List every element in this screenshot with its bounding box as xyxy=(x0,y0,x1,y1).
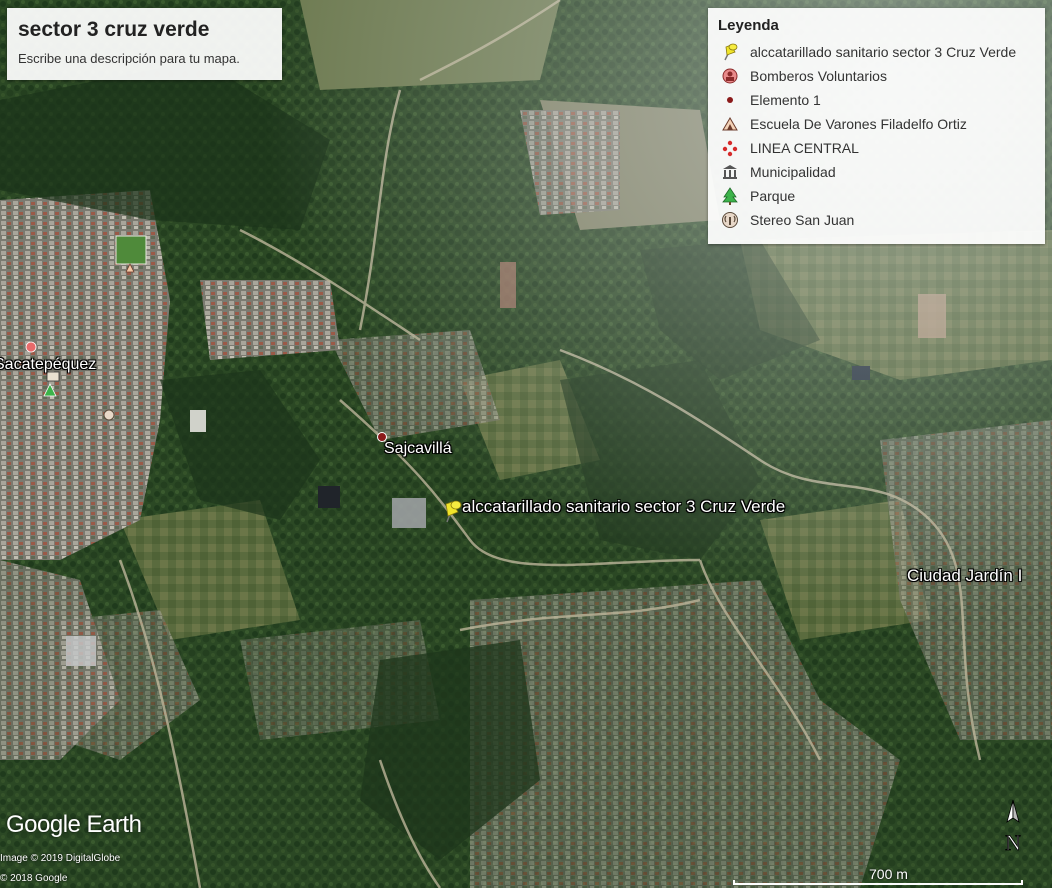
pin-label[interactable]: alccatarillado sanitario sector 3 Cruz V… xyxy=(462,497,785,517)
yellow-pushpin-icon xyxy=(718,42,742,62)
legend-item-label: Elemento 1 xyxy=(750,92,821,108)
copyright-credit: © 2018 Google xyxy=(0,873,68,884)
north-arrow-icon[interactable]: N xyxy=(999,798,1027,858)
red-dot-icon xyxy=(718,90,742,110)
legend-item-label: Bomberos Voluntarios xyxy=(750,68,887,84)
school-icon xyxy=(718,114,742,134)
legend-title: Leyenda xyxy=(718,17,779,34)
legend-item-stereo[interactable]: Stereo San Juan xyxy=(718,208,1035,232)
park-tree-icon xyxy=(718,186,742,206)
legend-item-label: Escuela De Varones Filadelfo Ortiz xyxy=(750,116,967,132)
place-label-ciudad-jardin: Ciudad Jardín I xyxy=(907,566,1023,585)
legend-item-municipalidad[interactable]: Municipalidad xyxy=(718,160,1035,184)
red-dots-icon xyxy=(718,138,742,158)
municipal-building-icon xyxy=(718,162,742,182)
legend-item-linea-central[interactable]: LINEA CENTRAL xyxy=(718,136,1035,160)
legend-item-escuela[interactable]: Escuela De Varones Filadelfo Ortiz xyxy=(718,112,1035,136)
legend-item-elemento-1[interactable]: Elemento 1 xyxy=(718,88,1035,112)
google-earth-logo: Google Earth xyxy=(6,811,142,838)
map-title-panel: sector 3 cruz verde Escribe una descripc… xyxy=(7,8,282,80)
map-description[interactable]: Escribe una descripción para tu mapa. xyxy=(18,51,271,66)
bomberos-marker[interactable] xyxy=(25,341,37,353)
compass-letter: N xyxy=(1005,830,1021,855)
legend-item-label: Parque xyxy=(750,188,796,204)
imagery-credit: Image © 2019 DigitalGlobe xyxy=(0,853,121,864)
legend-item-label: Municipalidad xyxy=(750,164,836,180)
legend-item-label: LINEA CENTRAL xyxy=(750,140,859,156)
place-label-sajcavilla: Sajcavillá xyxy=(384,440,452,457)
legend-item-parque[interactable]: Parque xyxy=(718,184,1035,208)
legend-panel: Leyenda alccatarillado sanitario sector … xyxy=(708,8,1045,244)
stereo-marker[interactable] xyxy=(103,409,115,421)
map-title: sector 3 cruz verde xyxy=(18,18,210,41)
firefighter-icon xyxy=(718,66,742,86)
legend-item-bomberos[interactable]: Bomberos Voluntarios xyxy=(718,64,1035,88)
radio-icon xyxy=(718,210,742,230)
scale-bar xyxy=(733,880,1023,885)
legend-item-label: alccatarillado sanitario sector 3 Cruz V… xyxy=(750,44,1017,60)
place-label-sacatepequez: Sacatepéquez xyxy=(0,356,97,373)
legend-item-label: Stereo San Juan xyxy=(750,212,855,228)
legend-item-alcantarillado[interactable]: alccatarillado sanitario sector 3 Cruz V… xyxy=(718,40,1035,64)
